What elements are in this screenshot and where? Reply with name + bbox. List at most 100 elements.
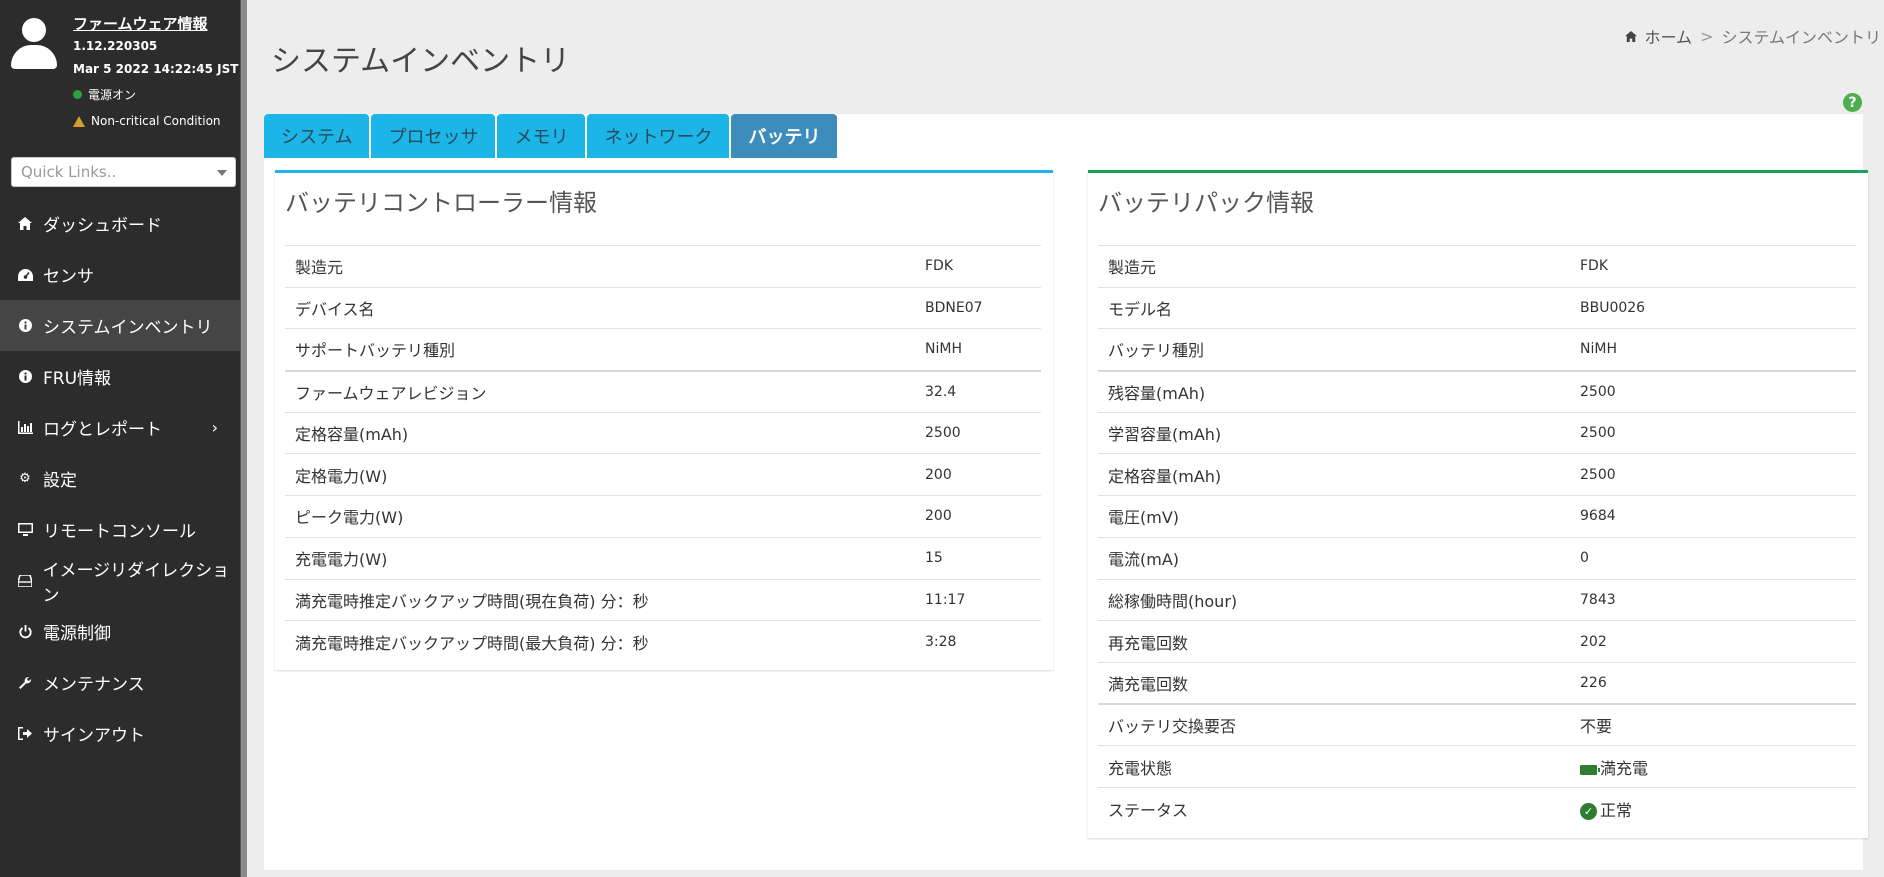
quick-links-select[interactable]: Quick Links.. xyxy=(11,157,236,187)
table-row: 充電状態 満充電 xyxy=(1098,745,1856,788)
row-key: ピーク電力(W) xyxy=(285,495,915,538)
sidebar-item-remote-console[interactable]: リモートコンソール xyxy=(0,504,240,555)
profile-section: ファームウェア情報 1.12.220305 Mar 5 2022 14:22:4… xyxy=(0,0,240,150)
row-value: 2500 xyxy=(1570,369,1856,413)
chevron-right-icon: › xyxy=(211,418,218,437)
tab-battery[interactable]: バッテリ xyxy=(731,114,838,158)
home-icon xyxy=(17,216,33,232)
row-key: ステータス xyxy=(1098,786,1570,830)
breadcrumb-current: システムインベントリ xyxy=(1721,28,1881,47)
sidebar-item-label: 電源制御 xyxy=(43,624,111,644)
table-row: デバイス名 BDNE07 xyxy=(285,286,1041,329)
sidebar-item-label: 設定 xyxy=(43,471,77,491)
inventory-tabs: システム プロセッサ メモリ ネットワーク バッテリ xyxy=(264,114,838,158)
table-row: ピーク電力(W) 200 xyxy=(285,495,1041,538)
row-value: 3:28 xyxy=(915,620,1041,663)
row-key: サポートバッテリ種別 xyxy=(285,328,915,371)
table-row: 定格容量(mAh) 2500 xyxy=(1098,453,1856,496)
sidebar-item-sign-out[interactable]: サインアウト xyxy=(0,708,240,759)
sidebar-item-power-control[interactable]: 電源制御 xyxy=(0,606,240,657)
tab-processor[interactable]: プロセッサ xyxy=(371,114,496,158)
tab-network[interactable]: ネットワーク xyxy=(587,114,730,158)
row-key: 定格電力(W) xyxy=(285,453,915,496)
row-value: NiMH xyxy=(1570,328,1856,371)
help-icon[interactable]: ? xyxy=(1843,93,1862,112)
row-value: FDK xyxy=(1570,245,1856,288)
table-row: 製造元 FDK xyxy=(1098,245,1856,288)
power-on-indicator-icon xyxy=(73,90,82,99)
battery-status: 正常 xyxy=(1600,800,1633,820)
row-key: 電圧(mV) xyxy=(1098,495,1570,538)
charge-status: 満充電 xyxy=(1600,758,1649,778)
sidebar-item-maintenance[interactable]: メンテナンス xyxy=(0,657,240,708)
row-value: FDK xyxy=(915,245,1041,288)
row-key: ファームウェアレビジョン xyxy=(285,369,915,413)
power-icon xyxy=(17,624,33,640)
sidebar-item-label: システムインベントリ xyxy=(43,318,213,338)
sidebar-item-label: ログとレポート xyxy=(43,420,162,440)
row-value: 2500 xyxy=(915,411,1041,454)
tab-system[interactable]: システム xyxy=(264,114,370,158)
sidebar-scrollbar[interactable] xyxy=(240,0,247,877)
sidebar-item-sensors[interactable]: センサ xyxy=(0,249,240,300)
row-key: 製造元 xyxy=(285,245,915,288)
chevron-down-icon xyxy=(217,170,227,176)
info-icon xyxy=(17,369,33,385)
row-key: 定格容量(mAh) xyxy=(285,411,915,454)
sidebar-item-dashboard[interactable]: ダッシュボード xyxy=(0,198,240,249)
sidebar: ファームウェア情報 1.12.220305 Mar 5 2022 14:22:4… xyxy=(0,0,240,877)
row-key: モデル名 xyxy=(1098,286,1570,329)
row-key: 再充電回数 xyxy=(1098,620,1570,663)
info-icon xyxy=(17,318,33,334)
sidebar-item-image-redirection[interactable]: イメージリダイレクション xyxy=(0,555,240,606)
row-key: 満充電回数 xyxy=(1098,661,1570,705)
sidebar-item-logs-reports[interactable]: ログとレポート › xyxy=(0,402,240,453)
sidebar-item-system-inventory[interactable]: システムインベントリ xyxy=(0,300,240,351)
row-key: 定格容量(mAh) xyxy=(1098,453,1570,496)
firmware-version: 1.12.220305 xyxy=(73,39,158,53)
table-row: バッテリ種別 NiMH xyxy=(1098,328,1856,371)
table-row: 満充電回数 226 xyxy=(1098,661,1856,705)
battery-pack-panel: バッテリパック情報 製造元 FDK モデル名 BBU0026 バッテリ種別 NiMH … xyxy=(1088,170,1868,838)
table-row: 総稼働時間(hour) 7843 xyxy=(1098,578,1856,621)
row-value: ✓ 正常 xyxy=(1570,786,1856,830)
power-status-label: 電源オン xyxy=(88,88,137,102)
row-value: 満充電 xyxy=(1570,745,1856,788)
user-avatar-icon xyxy=(11,18,57,70)
table-row: バッテリ交換要否 不要 xyxy=(1098,703,1856,746)
table-row: 定格容量(mAh) 2500 xyxy=(285,411,1041,454)
warning-icon xyxy=(73,115,85,127)
drive-icon xyxy=(17,573,33,589)
breadcrumb-home-link[interactable]: ホーム xyxy=(1645,24,1693,48)
table-row: 充電電力(W) 15 xyxy=(285,536,1041,579)
row-value: 不要 xyxy=(1570,703,1856,746)
health-status-label: Non-critical Condition xyxy=(91,114,221,128)
tab-memory[interactable]: メモリ xyxy=(497,114,586,158)
table-row: 再充電回数 202 xyxy=(1098,620,1856,663)
table-row: ステータス ✓ 正常 xyxy=(1098,786,1856,830)
row-key: 総稼働時間(hour) xyxy=(1098,578,1570,621)
sidebar-item-settings[interactable]: ⚙ 設定 xyxy=(0,453,240,504)
table-row: 残容量(mAh) 2500 xyxy=(1098,369,1856,413)
row-key: バッテリ種別 xyxy=(1098,328,1570,371)
table-row: ファームウェアレビジョン 32.4 xyxy=(285,369,1041,413)
sidebar-item-label: センサ xyxy=(43,267,94,287)
table-row: 満充電時推定バックアップ時間(最大負荷) 分：秒 3:28 xyxy=(285,620,1041,663)
row-key: 残容量(mAh) xyxy=(1098,369,1570,413)
sidebar-item-label: サインアウト xyxy=(43,726,145,746)
row-value: NiMH xyxy=(915,328,1041,371)
row-key: 充電状態 xyxy=(1098,745,1570,788)
sidebar-item-fru[interactable]: FRU情報 xyxy=(0,351,240,402)
row-value: 200 xyxy=(915,495,1041,538)
row-value: 9684 xyxy=(1570,495,1856,538)
sidebar-item-label: リモートコンソール xyxy=(43,522,196,542)
battery-full-icon xyxy=(1580,764,1600,775)
table-row: 定格電力(W) 200 xyxy=(285,453,1041,496)
home-icon xyxy=(1624,27,1637,46)
firmware-info-link[interactable]: ファームウェア情報 xyxy=(73,13,208,34)
row-value: 2500 xyxy=(1570,411,1856,454)
sidebar-item-label: ダッシュボード xyxy=(43,216,162,236)
panel-title: バッテリコントローラー情報 xyxy=(285,189,597,217)
table-row: モデル名 BBU0026 xyxy=(1098,286,1856,329)
page-title: システムインベントリ xyxy=(271,44,571,79)
